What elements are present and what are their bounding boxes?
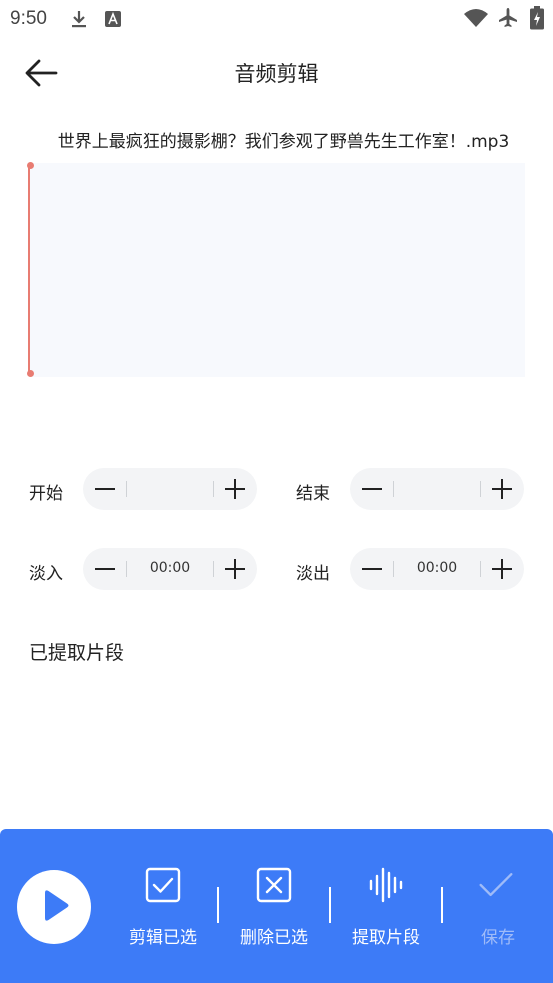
start-minus-button[interactable] — [83, 468, 127, 510]
fade-in-label: 淡入 — [29, 564, 63, 584]
fade-in-stepper: 00:00 — [83, 548, 257, 590]
end-label: 结束 — [296, 484, 330, 504]
divider — [217, 887, 219, 923]
status-bar: 9:50 — [0, 0, 553, 38]
end-stepper — [350, 468, 524, 510]
page-title: 音频剪辑 — [234, 62, 319, 86]
extract-segment-label: 提取片段 — [352, 928, 420, 948]
divider — [393, 481, 394, 497]
bottom-action-bar: 剪辑已选 删除已选 提取片段 保存 — [0, 829, 553, 983]
start-plus-button[interactable] — [213, 468, 257, 510]
save-button[interactable]: 保存 — [448, 829, 548, 983]
save-label: 保存 — [481, 928, 515, 948]
divider — [126, 481, 127, 497]
extract-segment-button[interactable]: 提取片段 — [336, 829, 436, 983]
file-name: 世界上最疯狂的摄影棚？我们参观了野兽先生工作室！.mp3 — [57, 132, 510, 152]
start-stepper — [83, 468, 257, 510]
cut-selected-button[interactable]: 剪辑已选 — [113, 829, 213, 983]
start-label: 开始 — [29, 484, 63, 504]
fade-in-value[interactable]: 00:00 — [129, 560, 211, 576]
delete-selected-button[interactable]: 删除已选 — [224, 829, 324, 983]
checkbox-icon — [145, 867, 181, 903]
divider — [441, 887, 443, 923]
fade-in-minus-button[interactable] — [83, 548, 127, 590]
airplane-icon — [499, 8, 517, 27]
fade-out-stepper: 00:00 — [350, 548, 524, 590]
divider — [329, 887, 331, 923]
fade-out-plus-button[interactable] — [480, 548, 524, 590]
fade-out-value[interactable]: 00:00 — [396, 560, 478, 576]
waveform-icon — [369, 867, 403, 903]
end-minus-button[interactable] — [350, 468, 394, 510]
status-time: 9:50 — [10, 8, 47, 29]
end-plus-button[interactable] — [480, 468, 524, 510]
download-icon — [72, 11, 86, 28]
check-icon — [479, 873, 513, 897]
delete-box-icon — [256, 867, 292, 903]
fade-out-minus-button[interactable] — [350, 548, 394, 590]
cut-selected-label: 剪辑已选 — [129, 928, 197, 948]
delete-selected-label: 删除已选 — [240, 928, 308, 948]
fade-out-label: 淡出 — [296, 564, 330, 584]
a-icon — [105, 11, 121, 27]
extracted-segments-title: 已提取片段 — [29, 642, 125, 664]
playhead-top-handle[interactable] — [27, 162, 34, 169]
divider — [393, 561, 394, 577]
playhead-bottom-handle[interactable] — [27, 370, 34, 377]
play-button[interactable] — [17, 870, 91, 944]
play-icon — [45, 890, 69, 921]
wifi-icon — [464, 9, 488, 27]
playhead-cursor[interactable] — [28, 165, 30, 375]
fade-in-plus-button[interactable] — [213, 548, 257, 590]
divider — [126, 561, 127, 577]
battery-icon — [530, 6, 544, 30]
waveform-area[interactable] — [29, 163, 525, 377]
